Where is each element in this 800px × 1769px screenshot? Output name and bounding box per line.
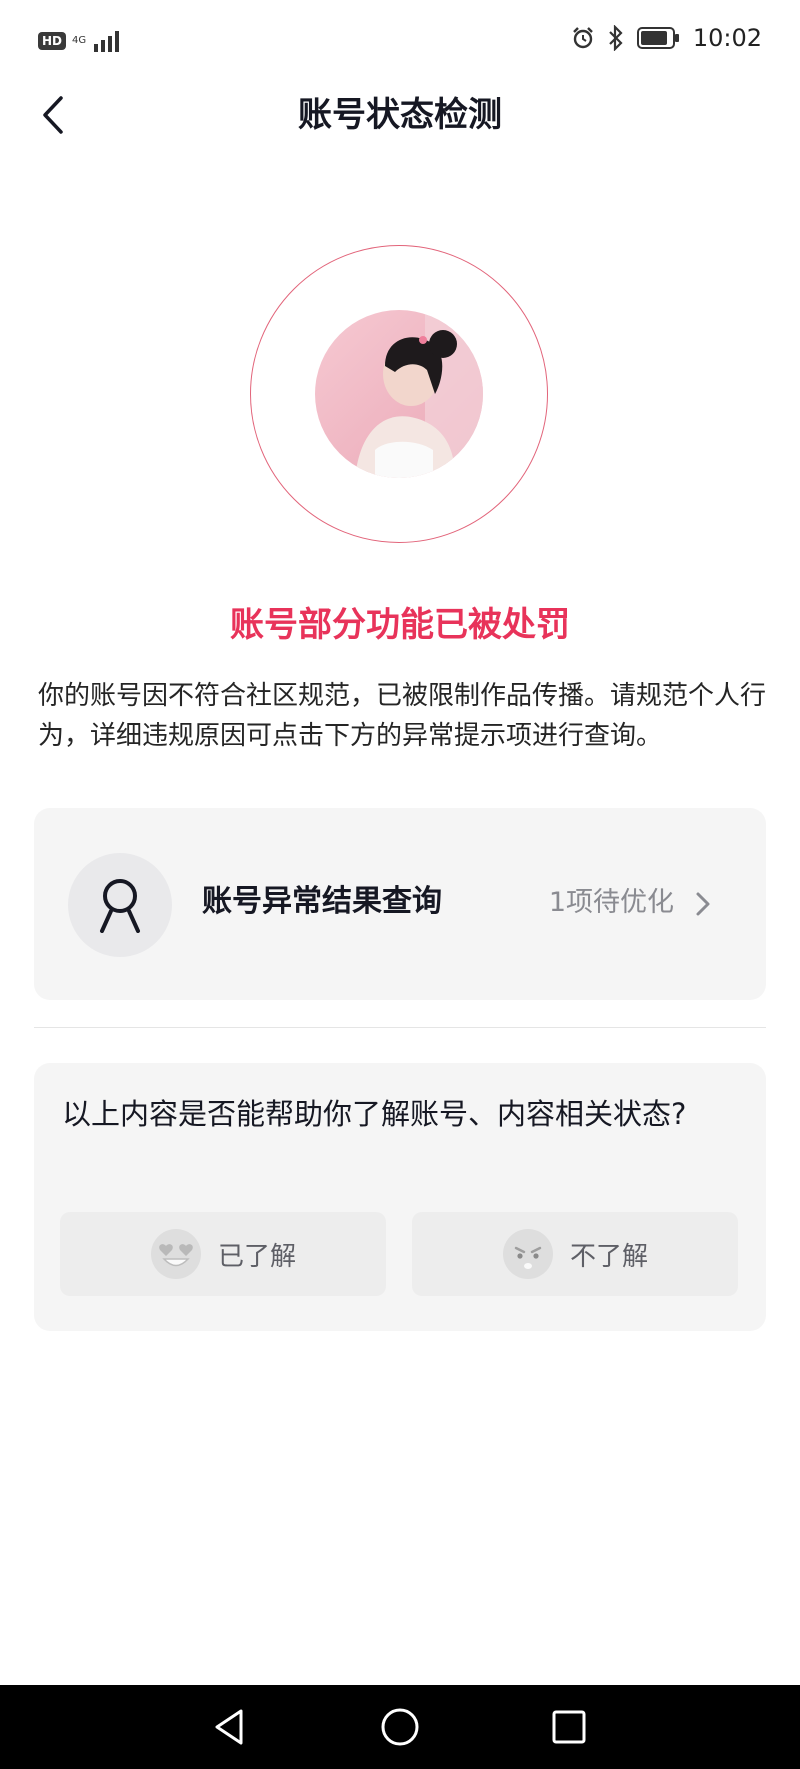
user-outline-icon [100,879,140,933]
network-type: 4G [72,35,87,46]
user-icon-container [68,853,172,957]
heart-eyes-emoji-icon [150,1229,201,1279]
not-understood-label: 不了解 [569,1241,648,1272]
sad-emoji-icon [502,1229,553,1279]
understood-label: 已了解 [217,1241,296,1272]
circle-home-icon [381,1708,419,1746]
hd-badge: HD [38,32,67,50]
battery-icon [636,27,679,49]
avatar-image [315,310,483,478]
account-abnormal-result-card[interactable]: 账号异常结果查询 1项待优化 [34,808,766,1000]
system-navigation-bar [0,1685,800,1769]
nav-recents-button[interactable] [543,1701,595,1753]
divider [34,1027,766,1028]
status-bar: HD 4G 10:02 [0,0,800,90]
status-left: HD 4G [38,30,122,52]
result-card-status: 1项待优化 [548,887,674,918]
status-right: 10:02 [571,24,762,52]
nav-back-button[interactable] [203,1701,255,1753]
page-title: 账号状态检测 [298,95,502,135]
clock: 10:02 [692,24,762,52]
result-card-label: 账号异常结果查询 [202,884,442,919]
chevron-right-icon [696,892,710,916]
nav-home-button[interactable] [374,1701,426,1753]
penalty-title: 账号部分功能已被处罚 [230,605,570,645]
understood-button[interactable]: 已了解 [60,1212,386,1296]
not-understood-button[interactable]: 不了解 [412,1212,738,1296]
feedback-card: 以上内容是否能帮助你了解账号、内容相关状态? 已了解 不了解 [34,1063,766,1331]
signal-icon [94,31,120,52]
feedback-question: 以上内容是否能帮助你了解账号、内容相关状态? [62,1097,687,1131]
square-recents-icon [552,1710,586,1744]
penalty-description: 你的账号因不符合社区规范，已被限制作品传播。请规范个人行为，详细违规原因可点击下… [38,681,767,751]
triangle-back-icon [215,1709,243,1745]
bluetooth-icon [609,25,623,51]
alarm-icon [572,27,593,49]
avatar [315,310,483,478]
top-nav-bar: 账号状态检测 [0,80,800,150]
